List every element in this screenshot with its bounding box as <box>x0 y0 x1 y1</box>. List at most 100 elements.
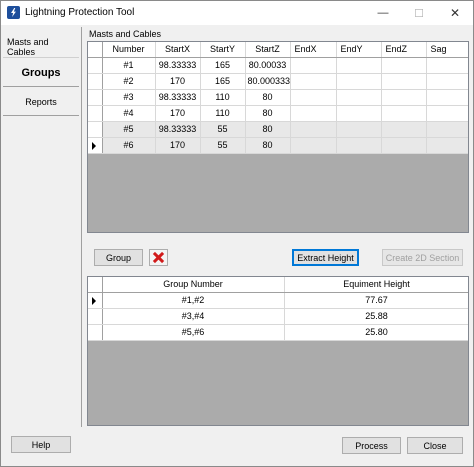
minimize-button[interactable]: — <box>365 1 401 25</box>
column-header-startz[interactable]: StartZ <box>245 42 291 58</box>
table-row[interactable]: #1 98.33333 165 80.00033 <box>88 57 468 74</box>
cell-equipment-height[interactable]: 77.67 <box>284 292 468 309</box>
cell-startx[interactable]: 170 <box>155 105 201 122</box>
sidebar-item-reports[interactable]: Reports <box>3 88 79 116</box>
title-bar[interactable]: Lightning Protection Tool — ☐ ✕ <box>1 1 473 25</box>
cell-endz[interactable] <box>381 57 427 74</box>
row-header-current[interactable] <box>88 137 103 154</box>
create-2d-section-button[interactable]: Create 2D Section <box>382 249 463 266</box>
cell-group-number[interactable]: #3,#4 <box>102 308 285 325</box>
cell-endy[interactable] <box>336 121 382 138</box>
cell-startz[interactable]: 80 <box>245 89 291 106</box>
cell-starty[interactable]: 110 <box>200 105 246 122</box>
cell-sag[interactable] <box>426 57 468 74</box>
cell-startz[interactable]: 80 <box>245 121 291 138</box>
cell-endz[interactable] <box>381 121 427 138</box>
cell-starty[interactable]: 165 <box>200 57 246 74</box>
row-header[interactable] <box>88 89 103 106</box>
extract-height-button[interactable]: Extract Height <box>292 249 359 266</box>
sidebar-item-groups[interactable]: Groups <box>3 57 79 87</box>
cell-sag[interactable] <box>426 121 468 138</box>
column-header-equipment-height[interactable]: Equiment Height <box>284 277 468 293</box>
cell-endz[interactable] <box>381 105 427 122</box>
cell-endx[interactable] <box>290 121 337 138</box>
current-row-arrow-icon <box>92 296 96 305</box>
cell-startx[interactable]: 98.33333 <box>155 89 201 106</box>
row-header[interactable] <box>88 308 103 325</box>
table-row[interactable]: #1,#2 77.67 <box>88 292 468 309</box>
cell-sag[interactable] <box>426 137 468 154</box>
cell-startz[interactable]: 80.00033 <box>245 57 291 74</box>
cell-startx[interactable]: 98.33333 <box>155 57 201 74</box>
column-header-endy[interactable]: EndY <box>336 42 382 58</box>
cell-number[interactable]: #3 <box>102 89 156 106</box>
cell-endx[interactable] <box>290 137 337 154</box>
cell-endy[interactable] <box>336 73 382 90</box>
table-row[interactable]: #3 98.33333 110 80 <box>88 89 468 106</box>
cell-endz[interactable] <box>381 89 427 106</box>
cell-endx[interactable] <box>290 89 337 106</box>
table-row[interactable]: #4 170 110 80 <box>88 105 468 122</box>
cell-endy[interactable] <box>336 89 382 106</box>
process-button[interactable]: Process <box>342 437 401 454</box>
cell-startx[interactable]: 170 <box>155 137 201 154</box>
row-header[interactable] <box>88 324 103 341</box>
cell-endx[interactable] <box>290 73 337 90</box>
maximize-button[interactable]: ☐ <box>401 1 437 25</box>
column-header-startx[interactable]: StartX <box>155 42 201 58</box>
row-header-corner <box>88 42 103 58</box>
cell-number[interactable]: #4 <box>102 105 156 122</box>
groups-grid[interactable]: Group Number Equiment Height #1,#2 77.67… <box>87 276 469 426</box>
cell-group-number[interactable]: #1,#2 <box>102 292 285 309</box>
close-button[interactable]: Close <box>407 437 463 454</box>
cell-startx[interactable]: 170 <box>155 73 201 90</box>
column-header-number[interactable]: Number <box>102 42 156 58</box>
table-row[interactable]: #2 170 165 80.000333 <box>88 73 468 90</box>
cell-startz[interactable]: 80 <box>245 137 291 154</box>
row-header[interactable] <box>88 73 103 90</box>
delete-group-button[interactable] <box>149 249 168 266</box>
cell-endx[interactable] <box>290 57 337 74</box>
sidebar-item-masts-and-cables[interactable]: Masts and Cables <box>3 27 79 57</box>
cell-endy[interactable] <box>336 105 382 122</box>
cell-endx[interactable] <box>290 105 337 122</box>
cell-sag[interactable] <box>426 105 468 122</box>
cell-startz[interactable]: 80 <box>245 105 291 122</box>
row-header-current[interactable] <box>88 292 103 309</box>
column-header-group-number[interactable]: Group Number <box>102 277 285 293</box>
column-header-endz[interactable]: EndZ <box>381 42 427 58</box>
cell-endy[interactable] <box>336 57 382 74</box>
group-button[interactable]: Group <box>94 249 143 266</box>
cell-starty[interactable]: 55 <box>200 137 246 154</box>
masts-grid[interactable]: Number StartX StartY StartZ EndX EndY En… <box>87 41 469 233</box>
cell-starty[interactable]: 110 <box>200 89 246 106</box>
cell-endz[interactable] <box>381 73 427 90</box>
cell-sag[interactable] <box>426 89 468 106</box>
cell-startz[interactable]: 80.000333 <box>245 73 291 90</box>
cell-endz[interactable] <box>381 137 427 154</box>
row-header[interactable] <box>88 57 103 74</box>
cell-number[interactable]: #1 <box>102 57 156 74</box>
cell-number[interactable]: #6 <box>102 137 156 154</box>
cell-starty[interactable]: 165 <box>200 73 246 90</box>
column-header-starty[interactable]: StartY <box>200 42 246 58</box>
help-button[interactable]: Help <box>11 436 71 453</box>
cell-equipment-height[interactable]: 25.80 <box>284 324 468 341</box>
table-row[interactable]: #6 170 55 80 <box>88 137 468 154</box>
cell-startx[interactable]: 98.33333 <box>155 121 201 138</box>
cell-sag[interactable] <box>426 73 468 90</box>
table-row[interactable]: #3,#4 25.88 <box>88 308 468 325</box>
row-header[interactable] <box>88 105 103 122</box>
row-header[interactable] <box>88 121 103 138</box>
cell-starty[interactable]: 55 <box>200 121 246 138</box>
close-window-button[interactable]: ✕ <box>437 1 473 25</box>
cell-group-number[interactable]: #5,#6 <box>102 324 285 341</box>
cell-number[interactable]: #2 <box>102 73 156 90</box>
column-header-endx[interactable]: EndX <box>290 42 337 58</box>
cell-number[interactable]: #5 <box>102 121 156 138</box>
cell-equipment-height[interactable]: 25.88 <box>284 308 468 325</box>
cell-endy[interactable] <box>336 137 382 154</box>
column-header-sag[interactable]: Sag <box>426 42 468 58</box>
table-row[interactable]: #5 98.33333 55 80 <box>88 121 468 138</box>
table-row[interactable]: #5,#6 25.80 <box>88 324 468 341</box>
